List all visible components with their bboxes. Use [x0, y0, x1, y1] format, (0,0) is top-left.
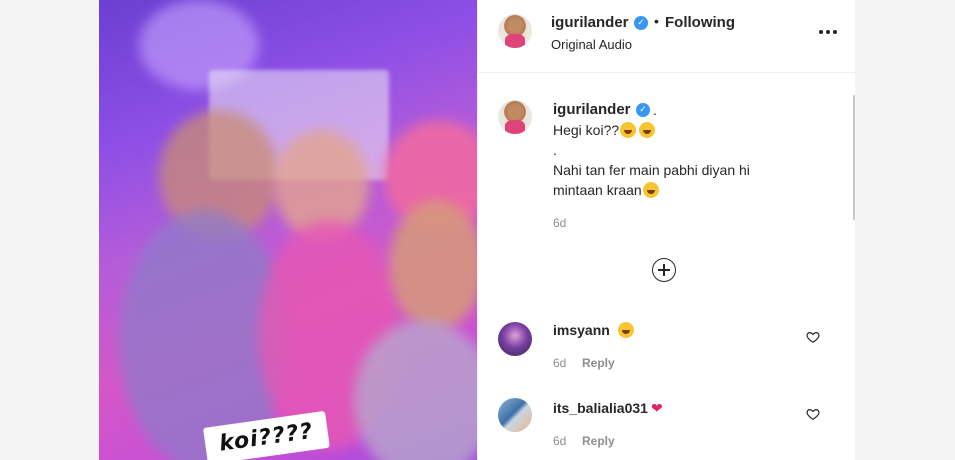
caption-line: mintaan kraan — [553, 180, 659, 200]
post-header: igurilander ✓ • Following Original Audio — [478, 0, 855, 73]
caption-line: Hegi koi?? — [553, 120, 656, 140]
author-avatar[interactable] — [498, 14, 532, 48]
comments-scrollbar[interactable] — [853, 95, 855, 220]
separator-dot: • — [654, 13, 659, 29]
load-more-comments-icon[interactable] — [652, 258, 676, 282]
following-button[interactable]: Following — [665, 14, 735, 31]
zany-emoji-icon — [642, 182, 659, 198]
like-heart-icon[interactable] — [806, 330, 820, 344]
verified-icon: ✓ — [636, 103, 650, 117]
audio-link[interactable]: Original Audio — [551, 37, 632, 52]
caption-timestamp[interactable]: 6d — [553, 216, 566, 230]
more-options-icon[interactable] — [818, 24, 838, 38]
commenter-avatar[interactable] — [498, 322, 532, 356]
avatar-head — [509, 18, 521, 31]
caption-line-1: Hegi koi?? — [553, 122, 620, 138]
caption-author-username[interactable]: igurilander — [553, 101, 631, 118]
author-username[interactable]: igurilander — [551, 14, 629, 31]
caption-line-4: mintaan kraan — [553, 182, 642, 198]
comment-timestamp[interactable]: 6d — [553, 434, 566, 448]
caption-author-avatar[interactable] — [498, 100, 532, 134]
grinning-emoji-icon — [617, 322, 634, 338]
avatar-shirt — [504, 34, 526, 48]
comment-line: imsyann — [553, 322, 634, 338]
post-modal: koi???? igurilander ✓ • Following Origin… — [0, 0, 955, 460]
post-side-panel: igurilander ✓ • Following Original Audio… — [477, 0, 855, 460]
red-heart-emoji-icon: ❤ — [650, 401, 663, 417]
comment-username[interactable]: imsyann — [553, 322, 610, 338]
comment-timestamp[interactable]: 6d — [553, 356, 566, 370]
comment-line: its_balialia031 ❤ — [553, 400, 663, 417]
avatar-head — [509, 104, 521, 117]
caption-line-2: . — [553, 142, 557, 158]
rofl-emoji-icon — [620, 122, 637, 138]
caption-suffix: . — [653, 102, 657, 118]
verified-icon: ✓ — [634, 16, 648, 30]
like-heart-icon[interactable] — [806, 407, 820, 421]
commenter-avatar[interactable] — [498, 398, 532, 432]
rofl-emoji-icon — [639, 122, 656, 138]
caption-line-3: Nahi tan fer main pabhi diyan hi — [553, 162, 750, 178]
comment-username[interactable]: its_balialia031 — [553, 400, 648, 416]
reply-button[interactable]: Reply — [582, 356, 615, 370]
groom-face — [389, 200, 477, 330]
post-video[interactable]: koi???? — [99, 0, 477, 460]
reply-button[interactable]: Reply — [582, 434, 615, 448]
avatar-shirt — [504, 120, 526, 134]
